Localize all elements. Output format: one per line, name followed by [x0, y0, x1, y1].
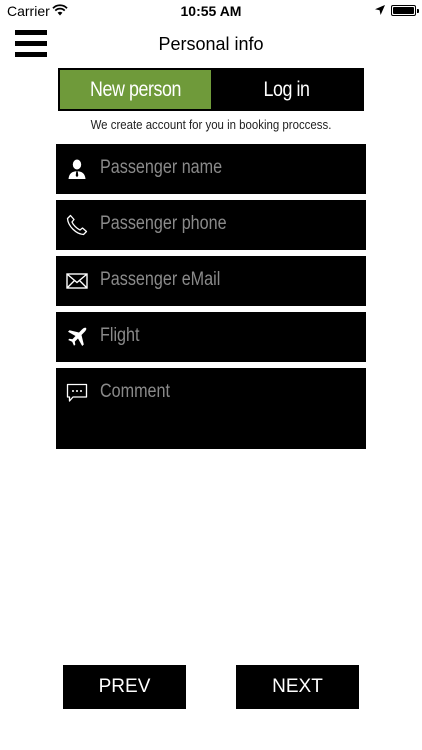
passenger-email-input[interactable]: Passenger eMail [56, 256, 366, 306]
account-hint: We create account for you in booking pro… [90, 117, 332, 132]
location-arrow-icon [375, 5, 385, 15]
tab-log-in-label: Log in [263, 77, 310, 101]
phone-icon [66, 214, 88, 236]
prev-button[interactable]: PREV [63, 665, 186, 709]
comment-icon [66, 383, 88, 402]
airplane-icon [68, 327, 87, 346]
person-icon [68, 159, 86, 179]
page-title: Personal info [158, 34, 264, 54]
account-tabs: New person Log in [58, 68, 364, 111]
passenger-phone-placeholder: Passenger phone [100, 213, 227, 234]
battery-icon [391, 5, 419, 16]
tab-new-person-label: New person [89, 77, 182, 101]
status-bar: Carrier 10:55 AM [0, 0, 422, 22]
flight-placeholder: Flight [100, 325, 140, 346]
tab-new-person[interactable]: New person [60, 70, 211, 109]
status-time: 10:55 AM [180, 3, 242, 19]
comment-placeholder: Comment [100, 381, 171, 402]
envelope-icon [66, 273, 88, 289]
passenger-email-placeholder: Passenger eMail [100, 269, 221, 290]
passenger-name-placeholder: Passenger name [100, 157, 223, 178]
comment-textarea[interactable]: Comment [56, 368, 366, 449]
passenger-phone-input[interactable]: Passenger phone [56, 200, 366, 250]
passenger-name-input[interactable]: Passenger name [56, 144, 366, 194]
next-button[interactable]: NEXT [236, 665, 359, 709]
tab-log-in[interactable]: Log in [211, 70, 362, 109]
flight-input[interactable]: Flight [56, 312, 366, 362]
